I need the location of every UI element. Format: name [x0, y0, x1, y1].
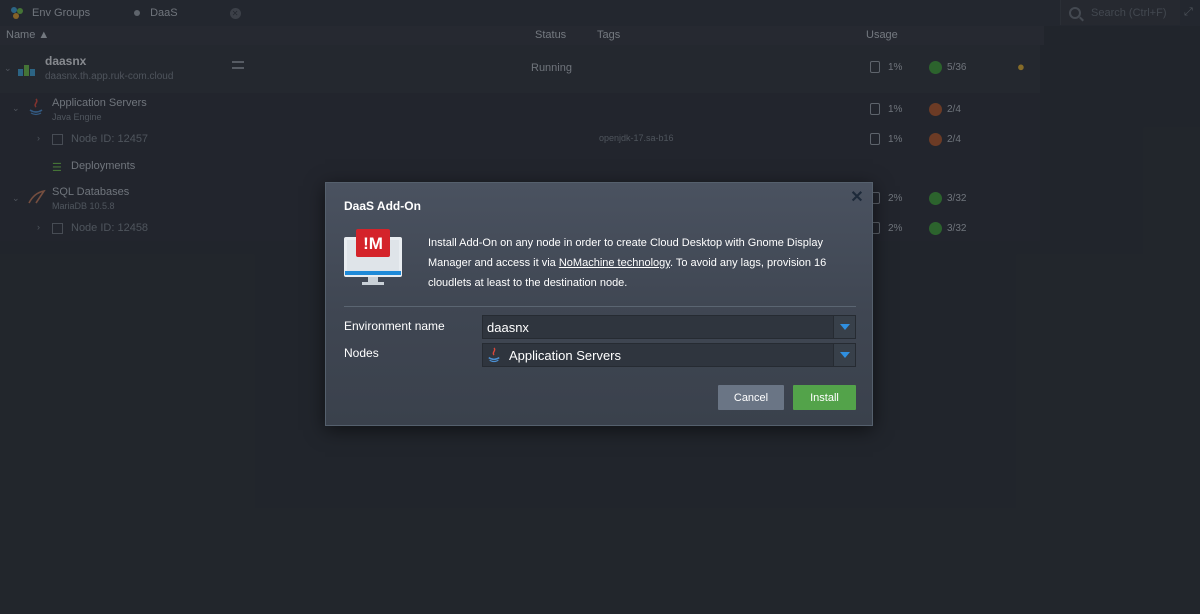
cancel-button[interactable]: Cancel — [718, 385, 784, 410]
environment-name-label: Environment name — [344, 319, 445, 333]
nodes-select[interactable]: Application Servers — [482, 343, 856, 367]
install-button[interactable]: Install — [793, 385, 856, 410]
nodes-value: Application Servers — [509, 347, 621, 363]
nodes-value-wrap: Application Servers — [483, 347, 621, 363]
nomachine-link[interactable]: NoMachine technology — [559, 257, 670, 269]
dialog-separator — [344, 306, 856, 307]
daas-addon-dialog: DaaS Add-On ✕ !M Install Add-On on any n… — [325, 182, 873, 426]
nomachine-logo-text: !M — [363, 234, 383, 253]
dialog-title: DaaS Add-On — [344, 199, 421, 213]
nodes-label: Nodes — [344, 346, 379, 360]
environment-name-value: daasnx — [487, 319, 529, 335]
chevron-down-icon[interactable] — [833, 344, 855, 366]
dialog-message: Install Add-On on any node in order to c… — [428, 233, 838, 293]
close-icon[interactable]: ✕ — [850, 190, 864, 206]
java-icon — [487, 347, 501, 363]
environment-name-select[interactable]: daasnx — [482, 315, 856, 339]
nomachine-monitor-icon: !M — [342, 229, 404, 287]
chevron-down-icon[interactable] — [833, 316, 855, 338]
